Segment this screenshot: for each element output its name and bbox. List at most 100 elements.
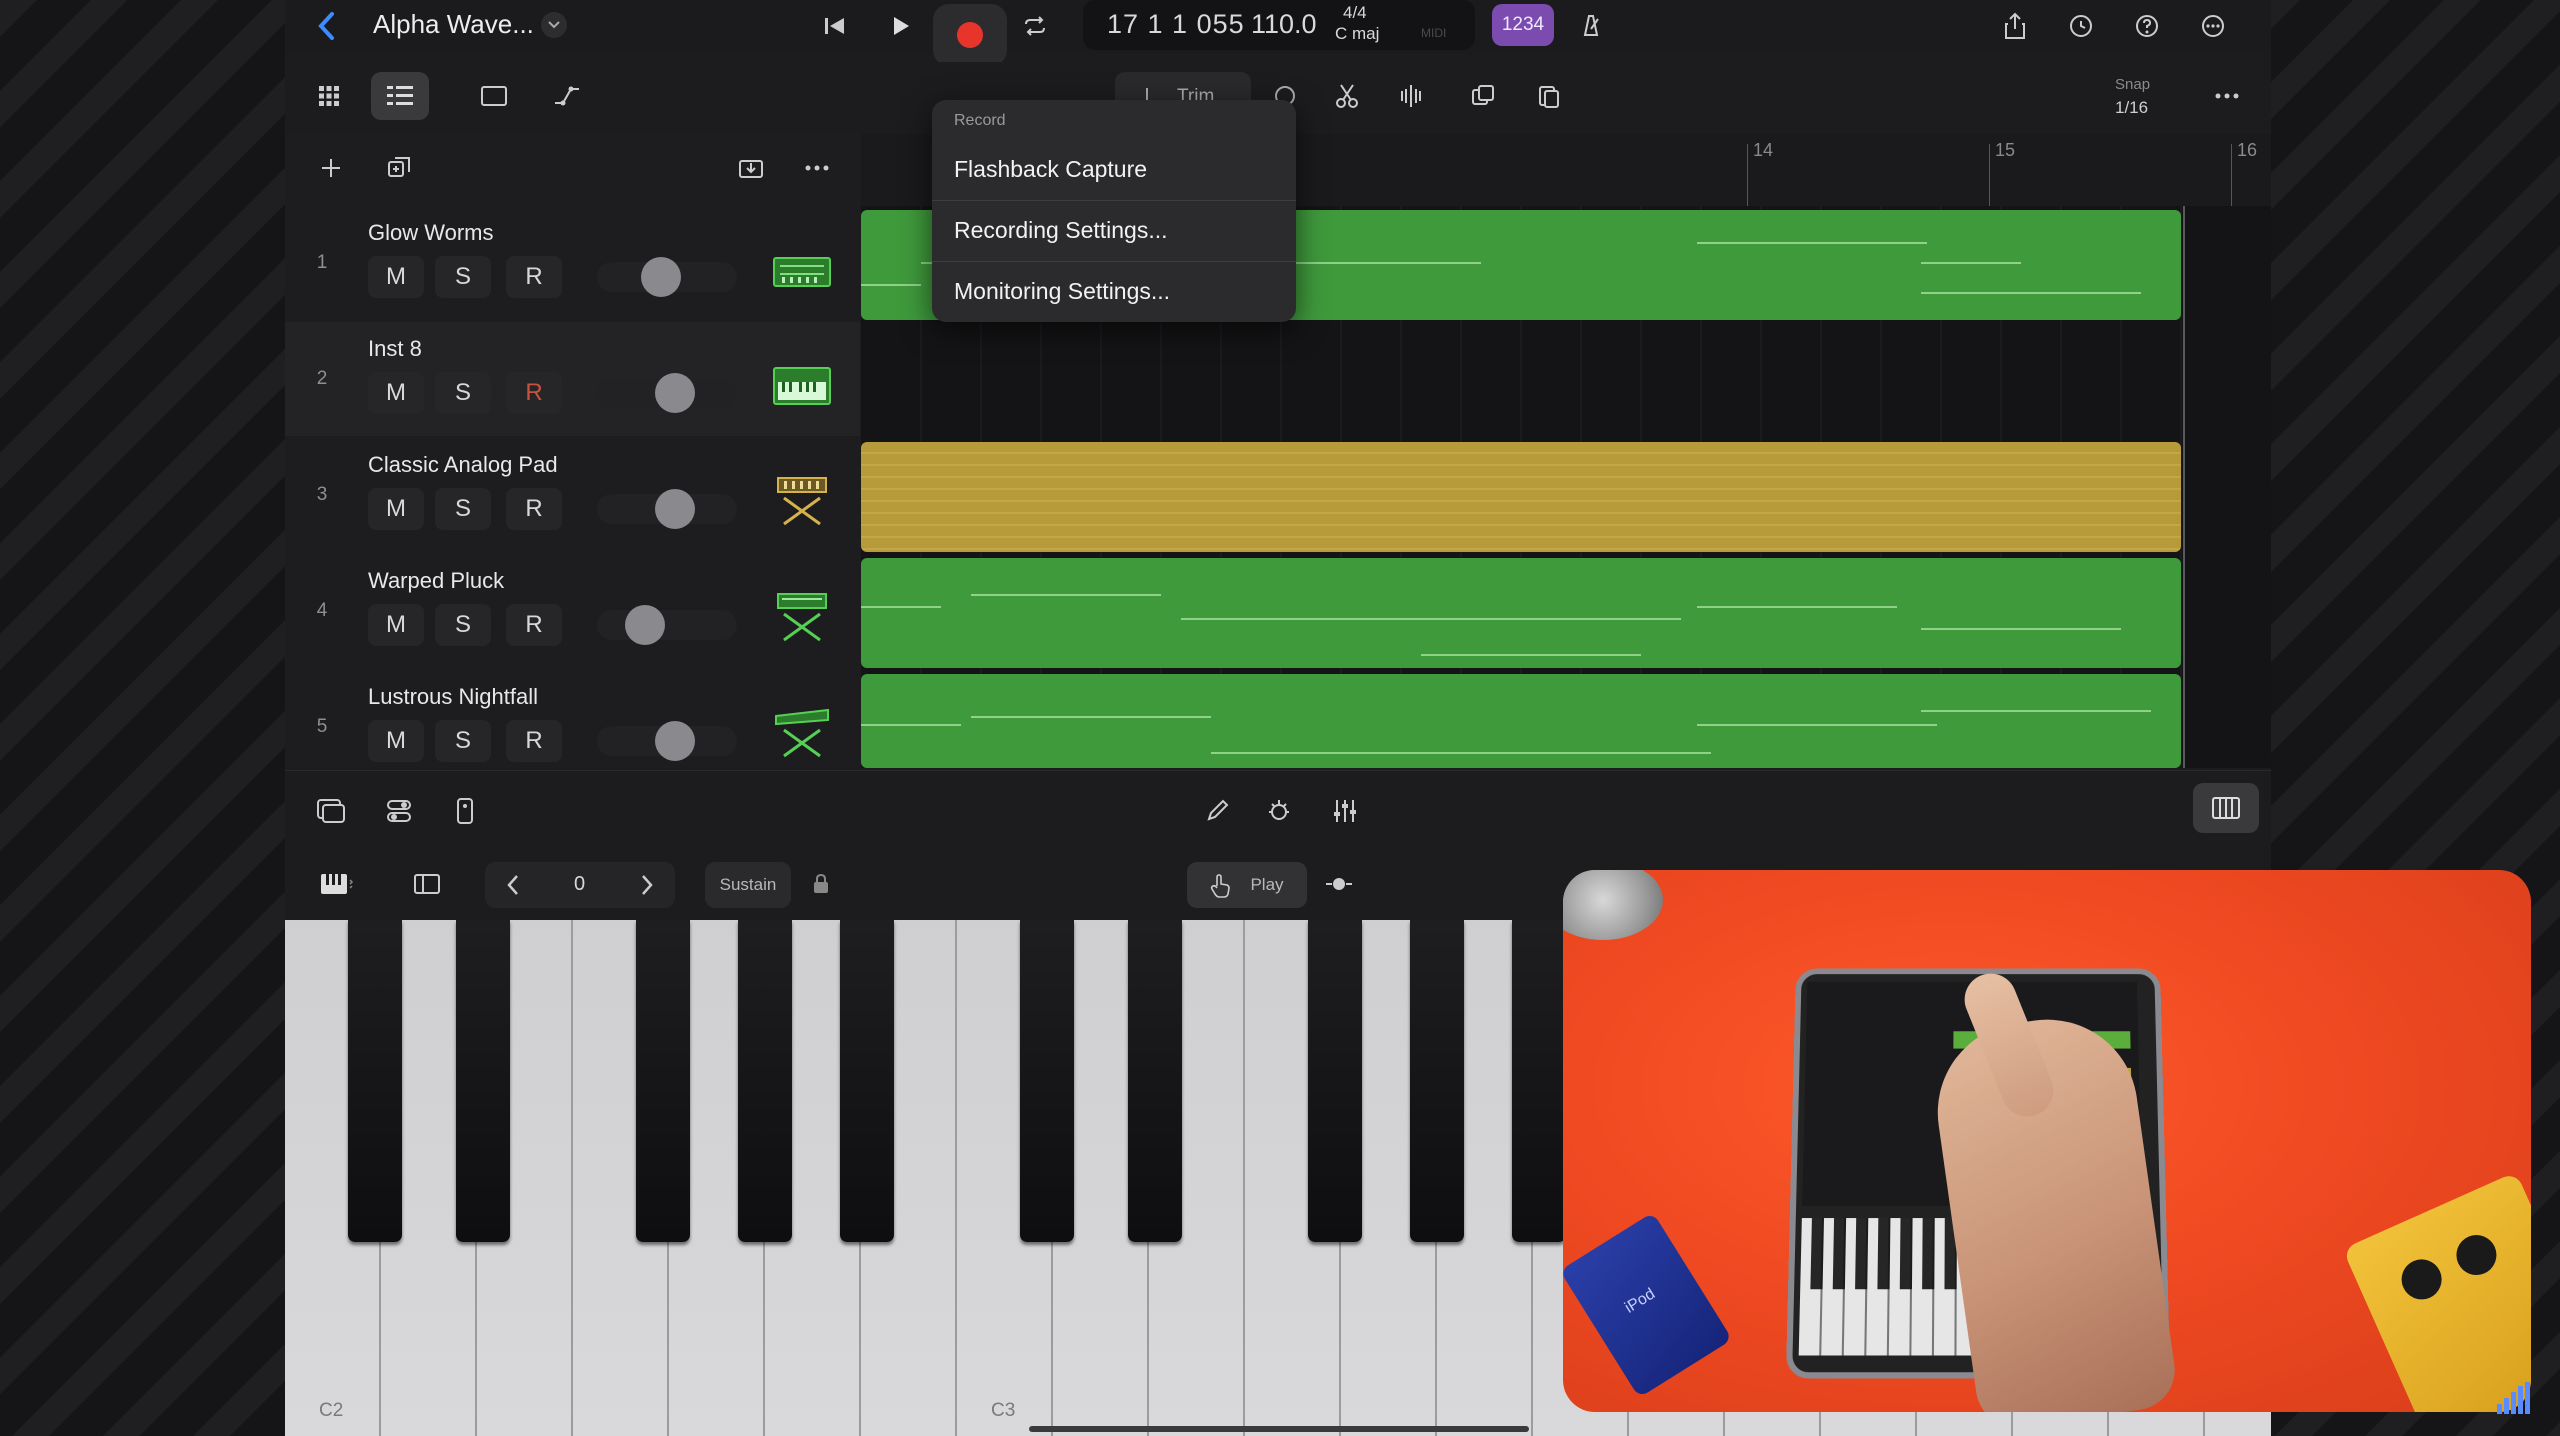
volume-knob[interactable] xyxy=(655,373,695,413)
chevron-down-icon[interactable] xyxy=(541,12,567,38)
duplicate-track-icon[interactable] xyxy=(381,150,417,186)
split-at-playhead-icon[interactable] xyxy=(1389,76,1433,116)
audio-region-classic-analog-pad[interactable] xyxy=(861,442,2181,552)
black-key[interactable] xyxy=(348,920,402,1242)
share-icon[interactable] xyxy=(1995,6,2035,46)
undo-history-icon[interactable] xyxy=(2061,6,2101,46)
menu-item-recording-settings[interactable]: Recording Settings... xyxy=(932,201,1296,261)
menu-item-monitoring-settings[interactable]: Monitoring Settings... xyxy=(932,262,1296,322)
black-key[interactable] xyxy=(1410,920,1464,1242)
mute-button[interactable]: M xyxy=(368,720,424,762)
play-icon[interactable] xyxy=(881,8,921,44)
record-enable-button[interactable]: R xyxy=(506,720,562,762)
keyboard-scroll-indicator[interactable] xyxy=(1029,1426,1529,1432)
midi-region-warped-pluck[interactable] xyxy=(861,558,2181,668)
arpeggiator-icon[interactable] xyxy=(1317,864,1361,904)
record-enable-button[interactable]: R xyxy=(506,488,562,530)
keyboard-view-button[interactable] xyxy=(2193,783,2259,833)
cycle-icon[interactable] xyxy=(1015,8,1055,44)
sidebar-toggle-icon[interactable] xyxy=(403,864,451,904)
library-icon[interactable] xyxy=(309,789,353,833)
black-key[interactable] xyxy=(1020,920,1074,1242)
track-name[interactable]: Lustrous Nightfall xyxy=(368,684,538,710)
mute-button[interactable]: M xyxy=(368,604,424,646)
black-key[interactable] xyxy=(1128,920,1182,1242)
inspector-icon[interactable] xyxy=(469,76,519,116)
track-row[interactable]: 1 Glow Worms M S R xyxy=(285,206,860,320)
track-name[interactable]: Warped Pluck xyxy=(368,568,504,594)
record-enable-button[interactable]: R xyxy=(506,256,562,298)
track-row[interactable]: 5 Lustrous Nightfall M S R xyxy=(285,670,860,784)
volume-knob[interactable] xyxy=(655,721,695,761)
editor-pencil-icon[interactable] xyxy=(1195,789,1239,833)
solo-button[interactable]: S xyxy=(435,488,491,530)
octave-down-chevron-icon[interactable] xyxy=(493,866,533,904)
menu-item-flashback-capture[interactable]: Flashback Capture xyxy=(932,140,1296,200)
add-track-icon[interactable] xyxy=(313,150,349,186)
more-options-icon[interactable] xyxy=(2193,6,2233,46)
track-options-icon[interactable] xyxy=(799,150,835,186)
track-row[interactable]: 3 Classic Analog Pad M S R xyxy=(285,438,860,552)
project-title[interactable]: Alpha Wave... xyxy=(373,9,534,40)
keyboard-stand-instrument-icon[interactable] xyxy=(772,474,832,526)
mute-button[interactable]: M xyxy=(368,488,424,530)
paste-icon[interactable] xyxy=(1527,76,1571,116)
more-icon[interactable] xyxy=(2205,76,2249,116)
volume-knob[interactable] xyxy=(625,605,665,645)
synth-stand-instrument-icon[interactable] xyxy=(772,590,832,642)
black-key[interactable] xyxy=(636,920,690,1242)
solo-button[interactable]: S xyxy=(435,256,491,298)
duplicate-icon[interactable] xyxy=(1461,76,1505,116)
solo-button[interactable]: S xyxy=(435,604,491,646)
scissors-icon[interactable] xyxy=(1325,76,1369,116)
record-enable-button[interactable]: R xyxy=(506,604,562,646)
synth-stand-instrument-icon[interactable] xyxy=(772,706,832,758)
track-row[interactable]: 2 Inst 8 M S R xyxy=(285,322,860,436)
keyboard-instrument-icon[interactable] xyxy=(772,364,832,408)
sustain-button[interactable]: Sustain xyxy=(705,862,791,908)
black-key[interactable] xyxy=(1308,920,1362,1242)
black-key[interactable] xyxy=(456,920,510,1242)
automation-icon[interactable] xyxy=(545,76,589,116)
track-name[interactable]: Inst 8 xyxy=(368,336,422,362)
volume-knob[interactable] xyxy=(655,489,695,529)
black-key[interactable] xyxy=(1512,920,1566,1242)
grid-view-icon[interactable] xyxy=(307,76,351,116)
import-icon[interactable] xyxy=(733,150,769,186)
help-icon[interactable] xyxy=(2127,6,2167,46)
metronome-icon[interactable] xyxy=(1571,6,1611,44)
volume-slider[interactable] xyxy=(597,373,737,413)
synth-instrument-icon[interactable] xyxy=(772,252,832,296)
keyboard-layout-icon[interactable] xyxy=(309,864,365,904)
end-marker[interactable] xyxy=(2183,134,2185,768)
controls-icon[interactable] xyxy=(377,789,421,833)
volume-slider[interactable] xyxy=(597,721,737,761)
volume-slider[interactable] xyxy=(597,257,737,297)
volume-slider[interactable] xyxy=(597,489,737,529)
go-to-beginning-icon[interactable] xyxy=(815,8,855,44)
solo-button[interactable]: S xyxy=(435,720,491,762)
track-name[interactable]: Glow Worms xyxy=(368,220,494,246)
mute-button[interactable]: M xyxy=(368,372,424,414)
snap-value[interactable]: 1/16 xyxy=(2115,98,2148,118)
record-enable-button[interactable]: R xyxy=(506,372,562,414)
play-mode-button[interactable]: Play xyxy=(1187,862,1307,908)
mixer-icon[interactable] xyxy=(1323,789,1367,833)
mute-button[interactable]: M xyxy=(368,256,424,298)
back-chevron-icon[interactable] xyxy=(311,6,341,46)
count-in-button[interactable]: 1234 xyxy=(1492,4,1554,46)
black-key[interactable] xyxy=(840,920,894,1242)
plugins-icon[interactable] xyxy=(1257,789,1301,833)
lock-icon[interactable] xyxy=(803,864,839,904)
black-key[interactable] xyxy=(738,920,792,1242)
volume-knob[interactable] xyxy=(641,257,681,297)
track-row[interactable]: 4 Warped Pluck M S R xyxy=(285,554,860,668)
track-name[interactable]: Classic Analog Pad xyxy=(368,452,558,478)
remote-icon[interactable] xyxy=(443,789,487,833)
volume-slider[interactable] xyxy=(597,605,737,645)
octave-up-chevron-icon[interactable] xyxy=(627,866,667,904)
solo-button[interactable]: S xyxy=(435,372,491,414)
record-button[interactable] xyxy=(933,4,1007,66)
lcd-display[interactable]: 17 1 1 055 110.0 4/4 C maj MIDI xyxy=(1083,0,1475,50)
tracks-view-button[interactable] xyxy=(371,72,429,120)
